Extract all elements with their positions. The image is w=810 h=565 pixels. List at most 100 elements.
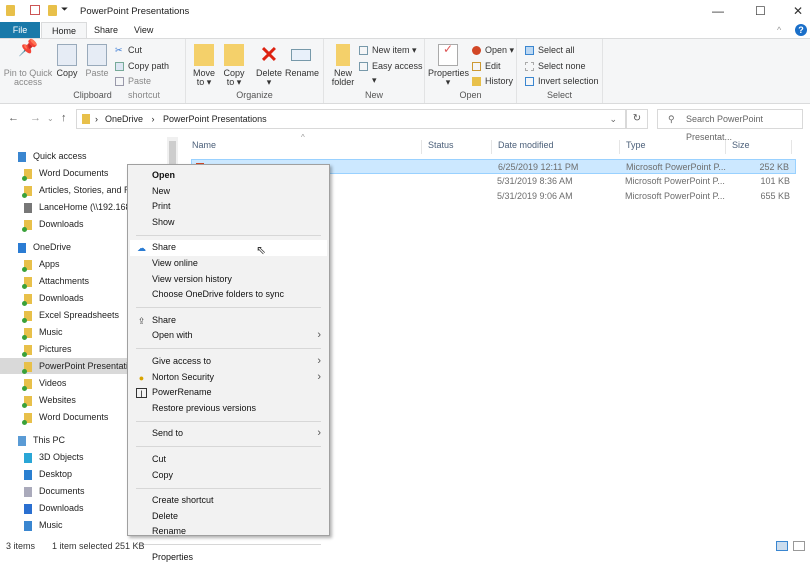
menu-item-view-online[interactable]: View online [130, 256, 327, 272]
paste-label: Paste [85, 68, 109, 78]
file-type: Microsoft PowerPoint P... [626, 162, 726, 172]
recent-locations-icon[interactable]: ⌄ [47, 114, 54, 123]
tab-view[interactable]: View [124, 22, 163, 39]
minimize-button[interactable]: — [712, 4, 724, 18]
edit-button[interactable]: Edit [472, 59, 501, 73]
nav-item-label: OneDrive [33, 242, 72, 252]
file-type: Microsoft PowerPoint P... [625, 176, 725, 186]
tab-file[interactable]: File [0, 22, 40, 39]
easy-access-button[interactable]: Easy access ▾ [359, 59, 424, 85]
menu-item-open[interactable]: Open [130, 168, 327, 184]
properties-button[interactable]: ✓ Properties ▾ [428, 43, 469, 87]
new-group-label: New [364, 90, 383, 100]
new-item-icon [359, 46, 368, 55]
cut-button[interactable]: ✂ Cut [115, 43, 142, 57]
delete-button[interactable]: ✕ Delete ▾ [256, 44, 282, 87]
details-view-button[interactable] [776, 541, 788, 551]
menu-item-restore-previous-versions[interactable]: Restore previous versions [130, 401, 327, 417]
nav-item-label: Desktop [39, 469, 73, 479]
nav-item[interactable]: Quick access [0, 148, 170, 164]
menu-separator [136, 307, 321, 309]
address-input[interactable]: › OneDrive › PowerPoint Presentations ⌄ [76, 109, 626, 129]
nav-item-label: Excel Spreadsheets [39, 310, 120, 320]
file-size: 101 KB [760, 176, 790, 186]
menu-item-label: Open [152, 170, 176, 180]
folder-icon [22, 276, 32, 289]
copy-to-button[interactable]: Copy to ▾ [222, 44, 246, 87]
history-button[interactable]: History [472, 74, 513, 88]
copy-path-button[interactable]: Copy path [115, 59, 169, 73]
menu-item-open-with[interactable]: Open with › [130, 328, 327, 344]
tab-home[interactable]: Home [41, 22, 88, 39]
select-none-button[interactable]: Select none [525, 59, 586, 73]
paste-shortcut-button[interactable]: Paste shortcut [115, 74, 185, 100]
pin-label: Pin to Quick access [3, 68, 53, 87]
download-icon [24, 503, 32, 514]
folder-icon [22, 219, 32, 232]
folder-icon [22, 185, 32, 198]
nav-item-label: This PC [33, 435, 66, 445]
close-button[interactable]: ✕ [793, 4, 803, 18]
new-folder-button[interactable]: New folder [328, 44, 358, 87]
menu-item-view-version-history[interactable]: View version history [130, 272, 327, 288]
ribbon-tabs: File Home Share View ^ ? [0, 22, 810, 39]
menu-item-norton-security[interactable]: ● Norton Security › [130, 370, 327, 386]
customize-quick-access-icon[interactable]: ⏷ [61, 4, 68, 15]
pin-to-quick-access-button[interactable]: 📌 Pin to Quick access [2, 41, 54, 87]
file-date: 6/25/2019 12:11 PM [498, 162, 579, 172]
powerpoint-icon [472, 46, 481, 55]
title-bar: ⏷ PowerPoint Presentations — ☐ ✕ [0, 0, 810, 22]
forward-button[interactable]: → [30, 112, 41, 124]
menu-item-copy[interactable]: Copy [130, 468, 327, 484]
menu-item-share[interactable]: ⇪ Share [130, 313, 327, 329]
collapse-ribbon-icon[interactable]: ^ [777, 25, 781, 35]
refresh-button[interactable]: ↻ [626, 109, 648, 129]
menu-item-send-to[interactable]: Send to › [130, 426, 327, 442]
menu-item-show[interactable]: Show [130, 215, 327, 231]
menu-item-powerrename[interactable]: I PowerRename [130, 385, 327, 401]
back-button[interactable]: ← [8, 112, 19, 124]
new-item-label: New item ▾ [372, 45, 417, 55]
new-folder-quick-icon[interactable] [48, 5, 57, 16]
column-date-modified[interactable]: Date modified [492, 140, 620, 154]
invert-selection-button[interactable]: Invert selection [525, 74, 599, 88]
menu-item-print[interactable]: Print [130, 199, 327, 215]
search-input[interactable]: ⚲ Search PowerPoint Presentat... [657, 109, 803, 142]
select-all-button[interactable]: Select all [525, 43, 575, 57]
column-name[interactable]: Name [186, 140, 422, 154]
submenu-chevron-icon: › [317, 370, 321, 383]
help-icon[interactable]: ? [795, 24, 807, 36]
column-type[interactable]: Type [620, 140, 726, 154]
paste-button[interactable]: Paste [84, 44, 110, 78]
menu-item-label: Print [152, 201, 171, 212]
menu-item-create-shortcut[interactable]: Create shortcut [130, 493, 327, 509]
maximize-button[interactable]: ☐ [755, 4, 766, 18]
share-icon: ⇪ [137, 315, 146, 326]
window-title: PowerPoint Presentations [80, 6, 190, 17]
move-to-button[interactable]: Move to ▾ [192, 44, 216, 87]
menu-item-share[interactable]: ☁ Share [130, 240, 327, 256]
menu-separator [136, 348, 321, 350]
menu-item-new[interactable]: New [130, 184, 327, 200]
tab-share[interactable]: Share [84, 22, 128, 39]
copy-button[interactable]: Copy [56, 44, 78, 78]
address-dropdown-icon[interactable]: ⌄ [609, 110, 617, 128]
large-icons-view-button[interactable] [793, 541, 805, 551]
menu-item-cut[interactable]: Cut [130, 452, 327, 468]
menu-item-give-access-to[interactable]: Give access to › [130, 354, 327, 370]
column-status[interactable]: Status [422, 140, 492, 154]
folder-icon [22, 344, 32, 357]
nav-item-label: 3D Objects [39, 452, 84, 462]
new-item-button[interactable]: New item ▾ [359, 43, 417, 57]
rename-button[interactable]: Rename [285, 44, 319, 78]
open-button[interactable]: Open ▾ [472, 43, 514, 57]
up-button[interactable]: ↑ [61, 112, 67, 124]
column-size[interactable]: Size [726, 140, 792, 154]
menu-item-delete[interactable]: Delete [130, 509, 327, 525]
breadcrumb-onedrive[interactable]: OneDrive [105, 114, 143, 124]
properties-quick-icon[interactable] [30, 5, 40, 15]
breadcrumb-powerpoint-presentations[interactable]: PowerPoint Presentations [163, 114, 267, 124]
menu-item-choose-onedrive-folders-to-sync[interactable]: Choose OneDrive folders to sync [130, 287, 327, 303]
menu-item-label: Share [152, 242, 177, 253]
column-headers: ^ Name Status Date modified Type Size [186, 133, 806, 154]
